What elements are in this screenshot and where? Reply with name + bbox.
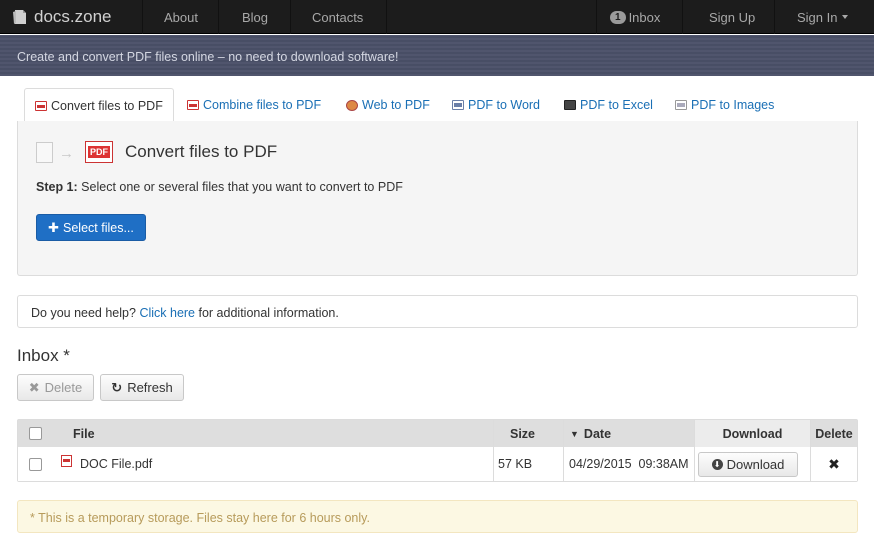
inbox-table: File Size ▼ Date Download Delete DOC Fil… <box>17 419 858 482</box>
web-icon <box>346 99 358 111</box>
column-header-download: Download <box>695 420 810 447</box>
help-text: Do you need help? Click here for additio… <box>31 306 339 320</box>
table-header: File Size ▼ Date Download Delete <box>18 420 857 447</box>
caret-down-icon <box>842 15 849 19</box>
document-icon <box>36 142 53 163</box>
tab-combine-files-to-pdf[interactable]: Combine files to PDF <box>187 88 321 122</box>
sign-in-label: Sign In <box>797 9 838 25</box>
file-size-cell: 57 KB <box>498 457 533 471</box>
brand-logo-link[interactable]: docs.zone <box>12 0 112 34</box>
tab-label: Combine files to PDF <box>203 98 322 112</box>
column-header-delete: Delete <box>815 426 853 441</box>
row-select-cell <box>29 447 42 481</box>
notice-text: * This is a temporary storage. Files sta… <box>30 511 370 525</box>
download-icon: ⬇ <box>711 458 723 470</box>
column-header-size[interactable]: Size <box>510 420 535 447</box>
tab-convert-files-to-pdf[interactable]: Convert files to PDF <box>24 88 174 123</box>
hero-banner: Create and convert PDF files online – no… <box>0 35 874 76</box>
pdf-icon <box>187 100 199 110</box>
sort-down-icon: ▼ <box>570 428 579 439</box>
brand-name: docs.zone <box>34 7 112 26</box>
file-name: DOC File.pdf <box>80 457 153 471</box>
tab-label: PDF to Images <box>691 98 775 112</box>
nav-inbox-link[interactable]: 1 Inbox <box>610 0 660 34</box>
nav-link-about[interactable]: About <box>164 0 198 34</box>
tab-label: Web to PDF <box>362 98 430 112</box>
nav-divider <box>682 0 683 34</box>
pdf-icon <box>35 100 47 111</box>
select-files-button[interactable]: ✚ Select files... <box>36 214 146 241</box>
tool-tabs: Convert files to PDF Combine files to PD… <box>17 88 858 123</box>
nav-divider <box>774 0 775 34</box>
tab-web-to-pdf[interactable]: Web to PDF <box>346 88 430 122</box>
sign-in-dropdown[interactable]: Sign In <box>797 0 849 34</box>
column-divider <box>810 420 811 481</box>
delete-button[interactable]: ✖ Delete <box>17 374 94 401</box>
close-icon: ✖ <box>28 379 40 395</box>
column-header-file[interactable]: File <box>73 420 95 447</box>
column-divider <box>694 420 695 481</box>
delete-label: Delete <box>44 380 83 395</box>
download-button[interactable]: ⬇ Download <box>698 451 798 477</box>
pdf-icon <box>61 455 72 467</box>
plus-icon: ✚ <box>48 219 60 235</box>
tab-pdf-to-images[interactable]: PDF to Images <box>675 88 774 122</box>
inbox-title: Inbox * <box>17 346 70 365</box>
storage-notice: * This is a temporary storage. Files sta… <box>17 500 858 533</box>
select-all-checkbox[interactable] <box>29 427 42 440</box>
top-navbar: docs.zone About Blog Contacts 1 Inbox Si… <box>0 0 874 34</box>
nav-divider <box>386 0 387 34</box>
column-divider <box>563 420 564 481</box>
nav-link-blog[interactable]: Blog <box>242 0 268 34</box>
pdf-file-icon: PDF <box>85 141 113 163</box>
tab-pdf-to-excel[interactable]: PDF to Excel <box>564 88 653 122</box>
nav-divider <box>142 0 143 34</box>
nav-divider <box>218 0 219 34</box>
download-cell: ⬇ Download <box>698 447 798 481</box>
nav-divider <box>290 0 291 34</box>
help-suffix: for additional information. <box>198 306 339 320</box>
banner-tagline: Create and convert PDF files online – no… <box>17 50 399 64</box>
delete-cell: ✖ <box>811 447 857 481</box>
sign-up-link[interactable]: Sign Up <box>709 0 755 34</box>
help-box: Do you need help? Click here for additio… <box>17 295 858 328</box>
help-prefix: Do you need help? <box>31 306 136 320</box>
step-text: Select one or several files that you wan… <box>81 180 403 194</box>
inbox-count-badge: 1 <box>610 10 626 24</box>
select-files-label: Select files... <box>63 220 134 235</box>
tab-pdf-to-word[interactable]: PDF to Word <box>452 88 540 122</box>
inbox-label: Inbox <box>628 9 661 25</box>
row-checkbox[interactable] <box>29 457 42 471</box>
converter-panel: → PDF Convert files to PDF Step 1: Selec… <box>17 121 858 276</box>
refresh-icon: ↻ <box>111 379 123 395</box>
column-divider <box>493 420 494 481</box>
nav-divider <box>596 0 597 34</box>
pdf-badge: PDF <box>88 146 110 158</box>
excel-icon <box>564 100 576 110</box>
converter-title: Convert files to PDF <box>125 142 278 161</box>
table-row: DOC File.pdf 57 KB 04/29/2015 09:38AM ⬇ … <box>18 447 857 481</box>
select-all-cell <box>29 420 42 447</box>
image-icon <box>675 100 687 110</box>
refresh-button[interactable]: ↻ Refresh <box>100 374 184 401</box>
word-icon <box>452 100 464 110</box>
download-label: Download <box>726 456 785 472</box>
help-link[interactable]: Click here <box>139 306 195 320</box>
tab-label: PDF to Excel <box>580 98 653 112</box>
file-name-cell: DOC File.pdf <box>61 447 152 481</box>
arrow-right-icon: → <box>59 145 74 162</box>
step-label: Step 1: <box>36 180 78 194</box>
file-date-cell: 04/29/2015 09:38AM <box>569 457 689 471</box>
step-instruction: Step 1: Select one or several files that… <box>36 180 403 194</box>
tab-label: PDF to Word <box>468 98 541 112</box>
column-header-date[interactable]: ▼ Date <box>570 420 611 447</box>
delete-row-icon[interactable]: ✖ <box>828 456 840 473</box>
date-header-label: Date <box>583 426 612 441</box>
refresh-label: Refresh <box>127 380 173 395</box>
tab-label: Convert files to PDF <box>51 98 163 113</box>
document-logo-icon <box>13 10 26 24</box>
nav-link-contacts[interactable]: Contacts <box>312 0 363 34</box>
